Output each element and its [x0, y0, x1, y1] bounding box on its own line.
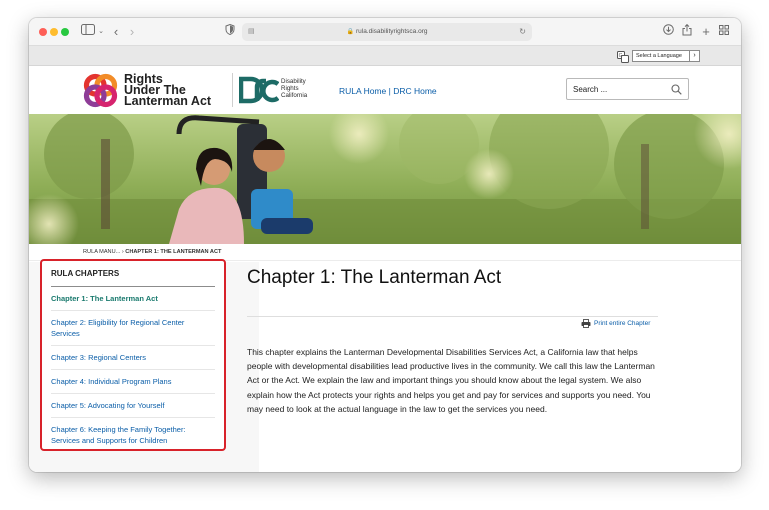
drc-logo-text: Disability Rights California — [281, 78, 307, 99]
title-divider — [247, 316, 658, 317]
chapter-link[interactable]: Chapter 3: Regional Centers — [51, 346, 215, 370]
zoom-window-button[interactable] — [61, 28, 69, 36]
chapters-sidebar: RULA CHAPTERS Chapter 1: The Lanterman A… — [40, 259, 226, 451]
language-select-label: Select a Language — [636, 53, 682, 59]
back-button[interactable]: ‹ — [110, 24, 122, 40]
chapter-link[interactable]: Chapter 6: Keeping the Family Together: … — [51, 418, 215, 452]
language-select[interactable]: Select a Language › — [632, 50, 700, 62]
chapter-intro-text: This chapter explains the Lanterman Deve… — [247, 347, 655, 414]
close-window-button[interactable] — [39, 28, 47, 36]
rula-home-link[interactable]: RULA Home — [339, 86, 386, 96]
printer-icon — [581, 319, 591, 328]
url-text: rula.disabilityrightsca.org — [355, 28, 428, 35]
chevron-down-icon[interactable]: ⌄ — [97, 24, 105, 40]
address-bar[interactable]: ▤ 🔒 rula.disabilityrightsca.org ↻ — [242, 23, 532, 41]
chapter-link[interactable]: Chapter 4: Individual Program Plans — [51, 370, 215, 394]
browser-toolbar: ⌄ ‹ › ▤ 🔒 rula.disabilityrightsca.org ↻ + — [29, 18, 741, 46]
hero-image — [29, 114, 741, 244]
drc-logo-icon[interactable] — [239, 75, 279, 105]
print-chapter-link[interactable]: Print entire Chapter — [581, 319, 650, 328]
page-icon: ▤ — [248, 28, 255, 35]
sidebar-toggle-icon[interactable] — [79, 24, 97, 40]
minimize-window-button[interactable] — [50, 28, 58, 36]
translate-icon: G — [617, 50, 629, 63]
drc-line-1: Disability — [281, 78, 306, 85]
privacy-shield-icon[interactable] — [224, 23, 236, 40]
header-links: RULA Home | DRC Home — [339, 86, 437, 96]
breadcrumb-current: CHAPTER 1: THE LANTERMAN ACT — [125, 249, 222, 255]
tab-overview-icon[interactable] — [718, 24, 730, 40]
drc-line-2: Rights — [281, 85, 299, 92]
svg-text:G: G — [619, 53, 623, 59]
breadcrumb-parent-link[interactable]: RULA MANU... — [83, 249, 120, 255]
sidebar-title: RULA CHAPTERS — [51, 261, 215, 287]
header-divider — [232, 73, 233, 107]
print-chapter-label: Print entire Chapter — [594, 320, 651, 328]
page-title: Chapter 1: The Lanterman Act — [247, 267, 502, 288]
rula-logo-icon[interactable] — [83, 73, 118, 108]
new-tab-icon[interactable]: + — [700, 24, 712, 40]
drc-home-link[interactable]: DRC Home — [393, 86, 436, 96]
search-input[interactable] — [573, 83, 668, 96]
share-icon[interactable] — [681, 23, 693, 40]
chapter-link[interactable]: Chapter 1: The Lanterman Act — [51, 287, 215, 311]
language-bar: G Select a Language › — [29, 46, 741, 66]
chevron-right-icon: › — [689, 51, 699, 61]
forward-button[interactable]: › — [126, 24, 138, 40]
site-header: Rights Under The Lanterman Act Disabilit… — [29, 66, 741, 114]
search-icon[interactable] — [671, 84, 682, 95]
drc-line-3: California — [281, 92, 308, 99]
chapter-link[interactable]: Chapter 5: Advocating for Yourself — [51, 394, 215, 418]
logo-line-3: Lanterman Act — [124, 94, 212, 108]
rula-logo-text[interactable]: Rights Under The Lanterman Act — [124, 73, 212, 108]
chapter-link[interactable]: Chapter 2: Eligibility for Regional Cent… — [51, 311, 215, 346]
search-box — [566, 78, 689, 100]
download-icon[interactable] — [662, 24, 674, 40]
reload-icon[interactable]: ↻ — [519, 23, 526, 41]
lock-icon: 🔒 — [346, 29, 354, 35]
